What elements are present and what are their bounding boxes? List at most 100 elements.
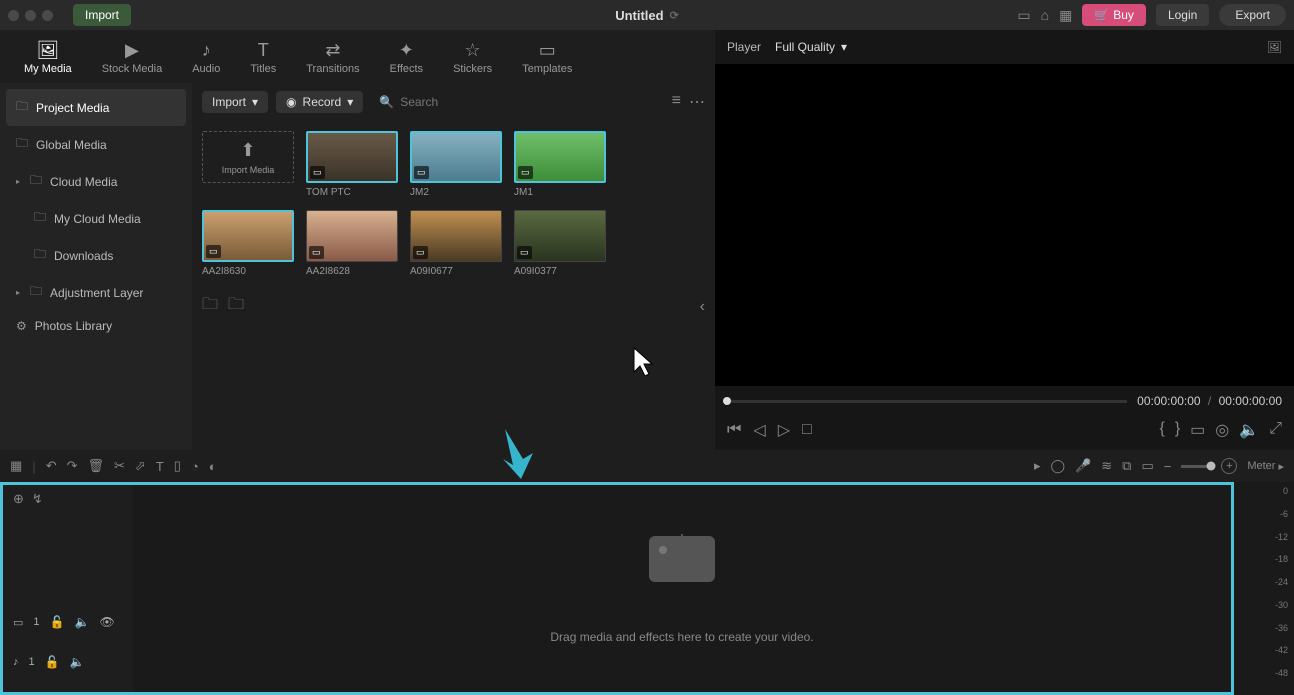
tab-effects[interactable]: ✦Effects (384, 36, 429, 83)
text-tool-icon[interactable]: T (156, 459, 164, 474)
sidebar-item-cloud-media[interactable]: ▸🗀Cloud Media (6, 163, 186, 200)
player-viewport[interactable] (715, 64, 1294, 386)
clip-thumbnail[interactable]: ▭ (410, 210, 502, 262)
sidebar-item-label: Cloud Media (50, 175, 117, 189)
tab-transitions[interactable]: ⇄Transitions (300, 36, 365, 83)
cut-icon[interactable]: ✂ (114, 458, 125, 474)
zoom-out-icon[interactable]: − (1164, 459, 1172, 474)
media-clip-aa2i8628[interactable]: ▭AA2I8628 (306, 210, 398, 277)
sidebar-item-my-cloud-media[interactable]: 🗀My Cloud Media (6, 200, 186, 237)
speed-icon[interactable]: ◔ (191, 459, 199, 474)
media-clip-jm1[interactable]: ▭JM1 (514, 131, 606, 198)
volume-icon[interactable]: 🔈 (1239, 420, 1259, 440)
collapse-sidebar-icon[interactable]: ‹ (700, 298, 705, 316)
export-button[interactable]: Export (1219, 4, 1286, 26)
prev-frame-icon[interactable]: ⏮ (727, 421, 741, 439)
clip-thumbnail[interactable]: ▭ (202, 210, 294, 262)
clip-thumbnail[interactable]: ▭ (410, 131, 502, 183)
mark-in-icon[interactable]: { (1159, 420, 1164, 440)
clip-badge-icon: ▭ (517, 246, 532, 259)
clip-thumbnail[interactable]: ▭ (306, 131, 398, 183)
zoom-in-icon[interactable]: + (1221, 458, 1237, 474)
magnet-icon[interactable]: ▦ (10, 458, 22, 474)
media-clip-jm2[interactable]: ▭JM2 (410, 131, 502, 198)
fold-icon[interactable]: ▸ (16, 177, 20, 186)
tab-templates[interactable]: ▭Templates (516, 36, 578, 83)
link-icon[interactable]: ⧉ (1122, 458, 1131, 474)
import-button[interactable]: Import (73, 4, 131, 26)
play-back-icon[interactable]: ◁ (753, 420, 765, 440)
import-media-tile[interactable]: ⬆Import Media (202, 131, 294, 198)
timeline-main[interactable]: ⊕ ↯ ▭ 1 🔓 🔈 👁 ♪ 1 🔓 🔈 Dra (0, 482, 1234, 695)
mute-icon[interactable]: 🔈 (70, 655, 85, 669)
more-icon[interactable]: ⋯ (689, 92, 705, 112)
lock-icon[interactable]: 🔓 (50, 615, 65, 629)
tab-stickers[interactable]: ☆Stickers (447, 36, 498, 83)
window-controls[interactable] (8, 10, 53, 21)
track-options-icon[interactable]: ↯ (32, 491, 43, 507)
add-track-icon[interactable]: ⊕ (13, 491, 24, 507)
scrubber[interactable] (727, 400, 1127, 403)
snapshot-icon[interactable]: 🖼 (1267, 40, 1282, 54)
refresh-icon[interactable]: ⟳ (670, 9, 679, 22)
tab-audio[interactable]: ♪Audio (186, 36, 226, 83)
safe-zone-icon[interactable]: ◎ (1215, 420, 1229, 440)
grid-icon[interactable]: ▦ (1059, 7, 1072, 24)
fold-icon[interactable]: ▸ (16, 288, 20, 297)
voiceover-icon[interactable]: 🎤 (1075, 458, 1091, 474)
clip-thumbnail[interactable]: ▭ (514, 210, 606, 262)
clip-thumbnail[interactable]: ▭ (306, 210, 398, 262)
meter-tick: -42 (1275, 645, 1288, 668)
tab-stock-media[interactable]: ▶Stock Media (96, 36, 169, 83)
new-bin-icon[interactable]: 🗀 (228, 293, 244, 320)
minimize-dot[interactable] (25, 10, 36, 21)
sidebar-item-global-media[interactable]: 🗀Global Media (6, 126, 186, 163)
media-clip-a09i0677[interactable]: ▭A09I0677 (410, 210, 502, 277)
filter-icon[interactable]: ≡ (672, 92, 681, 112)
record-dropdown[interactable]: ◉ Record ▾ (276, 91, 363, 113)
fullscreen-icon[interactable]: ⤢ (1269, 420, 1282, 440)
redo-icon[interactable]: ↷ (67, 458, 78, 474)
select-tool-icon[interactable]: ⬀ (135, 458, 146, 474)
clip-thumbnail[interactable]: ▭ (514, 131, 606, 183)
zoom-slider[interactable] (1181, 465, 1211, 468)
mark-out-icon[interactable]: } (1175, 420, 1180, 440)
import-tile-label: Import Media (222, 165, 275, 175)
delete-icon[interactable]: 🗑 (88, 458, 105, 474)
maximize-dot[interactable] (42, 10, 53, 21)
render-icon[interactable]: ▸ (1034, 458, 1041, 474)
sidebar-item-photos-library[interactable]: ⚙Photos Library (6, 311, 186, 341)
play-icon[interactable]: ▷ (778, 420, 790, 440)
sidebar-item-project-media[interactable]: 🗀Project Media (6, 89, 186, 126)
undo-icon[interactable]: ↶ (46, 458, 57, 474)
lock-icon[interactable]: 🔓 (45, 655, 60, 669)
display-mode-icon[interactable]: ▭ (1190, 420, 1205, 440)
sidebar-item-downloads[interactable]: 🗀Downloads (6, 237, 186, 274)
tab-titles[interactable]: TTitles (244, 36, 282, 83)
crop-icon[interactable]: ▯ (174, 458, 181, 474)
marker-icon[interactable]: ◯ (1051, 458, 1066, 474)
buy-button[interactable]: 🛒 Buy (1082, 4, 1146, 26)
search-input[interactable]: 🔍 Search (371, 91, 663, 113)
display-icon[interactable]: ▭ (1017, 7, 1030, 24)
home-icon[interactable]: ⌂ (1041, 7, 1049, 23)
mixer-icon[interactable]: ≋ (1101, 458, 1112, 474)
color-icon[interactable]: ◐ (209, 459, 217, 474)
media-clip-aa2i8630[interactable]: ▭AA2I8630 (202, 210, 294, 277)
import-dropdown[interactable]: Import ▾ (202, 91, 268, 113)
tab-icon: ▶ (125, 40, 139, 61)
visibility-icon[interactable]: 👁 (99, 615, 114, 629)
group-icon[interactable]: ▭ (1141, 458, 1153, 474)
mute-icon[interactable]: 🔈 (74, 615, 89, 629)
tab-my-media[interactable]: 🖼My Media (18, 36, 78, 83)
meter-toggle[interactable]: Meter ▸ (1247, 460, 1284, 473)
login-button[interactable]: Login (1156, 4, 1209, 26)
media-clip-a09i0377[interactable]: ▭A09I0377 (514, 210, 606, 277)
close-dot[interactable] (8, 10, 19, 21)
sidebar-item-adjustment-layer[interactable]: ▸🗀Adjustment Layer (6, 274, 186, 311)
stop-icon[interactable]: □ (802, 421, 812, 439)
media-clip-tom-ptc[interactable]: ▭TOM PTC (306, 131, 398, 198)
quality-dropdown[interactable]: Full Quality ▾ (775, 40, 847, 54)
tracks-body[interactable]: Drag media and effects here to create yo… (133, 485, 1231, 692)
new-folder-icon[interactable]: 🗀 (202, 293, 218, 320)
